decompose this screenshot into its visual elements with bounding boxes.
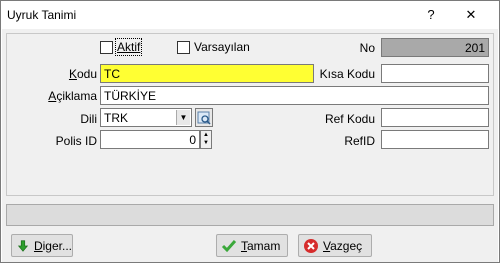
checkmark-icon bbox=[221, 239, 237, 252]
window-title: Uyruk Tanimi bbox=[7, 8, 77, 22]
kisa-kodu-label: Kısa Kodu bbox=[319, 67, 375, 81]
status-bar bbox=[6, 204, 494, 226]
form-panel: Aktif Varsayılan No 201 Kodu TC Kısa Kod… bbox=[6, 33, 494, 196]
chevron-down-icon[interactable]: ▼ bbox=[176, 110, 190, 125]
help-button[interactable]: ? bbox=[411, 1, 451, 29]
vazgec-button[interactable]: Vazgeç bbox=[298, 234, 372, 257]
client-area: Aktif Varsayılan No 201 Kodu TC Kısa Kod… bbox=[2, 29, 498, 262]
kisa-kodu-input[interactable] bbox=[381, 64, 489, 83]
polis-id-label: Polis ID bbox=[55, 134, 97, 148]
kodu-label: Kodu bbox=[68, 67, 97, 81]
refid-label: RefID bbox=[344, 134, 375, 148]
ref-kodu-input[interactable] bbox=[381, 108, 489, 127]
aciklama-label: Açiklama bbox=[48, 89, 97, 103]
close-button[interactable]: ✕ bbox=[451, 1, 491, 29]
polis-id-stepper[interactable]: ▲ ▼ bbox=[200, 130, 212, 149]
help-icon: ? bbox=[427, 7, 435, 22]
close-icon: ✕ bbox=[465, 7, 477, 22]
tamam-label: Tamam bbox=[241, 238, 281, 253]
diger-button[interactable]: Diger... bbox=[11, 234, 73, 257]
tamam-button[interactable]: Tamam bbox=[216, 234, 288, 257]
refid-input[interactable] bbox=[381, 130, 489, 149]
aktif-label: Aktif bbox=[114, 38, 143, 56]
dili-label: Dili bbox=[80, 112, 97, 126]
polis-id-input[interactable]: 0 bbox=[100, 130, 200, 149]
lookup-button[interactable] bbox=[195, 108, 213, 127]
cancel-icon bbox=[304, 238, 318, 253]
varsayilan-label: Varsayılan bbox=[194, 40, 250, 54]
kodu-input[interactable]: TC bbox=[100, 64, 314, 83]
diger-label: Diger... bbox=[33, 238, 72, 253]
no-field: 201 bbox=[381, 38, 489, 57]
lookup-icon bbox=[197, 111, 211, 125]
dili-select[interactable]: TRK ▼ bbox=[100, 108, 192, 127]
dili-value: TRK bbox=[104, 111, 128, 125]
dialog-window: Uyruk Tanimi ? ✕ Aktif Varsayılan No 201… bbox=[0, 0, 500, 263]
spin-down-icon[interactable]: ▼ bbox=[201, 139, 211, 147]
varsayilan-checkbox[interactable] bbox=[177, 41, 190, 54]
aktif-checkbox[interactable] bbox=[100, 41, 113, 54]
no-label: No bbox=[359, 41, 375, 55]
aciklama-input[interactable]: TÜRKİYE bbox=[100, 86, 489, 105]
ref-kodu-label: Ref Kodu bbox=[324, 112, 375, 126]
vazgec-label: Vazgeç bbox=[323, 238, 363, 253]
arrow-down-icon bbox=[17, 239, 29, 252]
spin-up-icon[interactable]: ▲ bbox=[201, 131, 211, 139]
title-bar: Uyruk Tanimi ? ✕ bbox=[1, 1, 499, 29]
